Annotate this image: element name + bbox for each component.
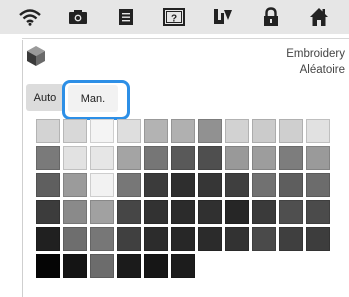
color-swatch[interactable] xyxy=(144,200,168,224)
color-swatch[interactable] xyxy=(171,146,195,170)
color-swatch[interactable] xyxy=(171,227,195,251)
color-swatch[interactable] xyxy=(198,119,222,143)
color-swatch[interactable] xyxy=(63,173,87,197)
color-swatch[interactable] xyxy=(198,200,222,224)
color-swatch[interactable] xyxy=(144,227,168,251)
document-icon[interactable] xyxy=(112,4,140,30)
stitch-cube-icon xyxy=(25,45,47,67)
color-swatch[interactable] xyxy=(225,119,249,143)
manual-mode-selection-highlight: Man. xyxy=(62,80,130,120)
color-swatch[interactable] xyxy=(117,173,141,197)
color-swatch[interactable] xyxy=(306,200,330,224)
lock-icon[interactable] xyxy=(257,4,285,30)
color-swatch[interactable] xyxy=(306,173,330,197)
color-swatch[interactable] xyxy=(63,146,87,170)
color-swatch[interactable] xyxy=(63,200,87,224)
empty-slot xyxy=(279,254,303,278)
color-swatch[interactable] xyxy=(225,200,249,224)
empty-slot xyxy=(252,254,276,278)
color-swatch[interactable] xyxy=(279,200,303,224)
color-swatch[interactable] xyxy=(171,254,195,278)
color-swatch[interactable] xyxy=(144,173,168,197)
color-swatch[interactable] xyxy=(171,173,195,197)
color-swatch[interactable] xyxy=(36,254,60,278)
panel-title: Embroidery xyxy=(286,48,345,60)
manual-mode-button[interactable]: Man. xyxy=(68,85,118,112)
color-swatch[interactable] xyxy=(36,119,60,143)
color-swatch[interactable] xyxy=(252,200,276,224)
color-swatch[interactable] xyxy=(225,146,249,170)
color-swatch[interactable] xyxy=(279,173,303,197)
wifi-icon[interactable] xyxy=(16,4,44,30)
color-swatch[interactable] xyxy=(144,254,168,278)
color-swatch[interactable] xyxy=(306,119,330,143)
color-swatch[interactable] xyxy=(117,254,141,278)
color-swatch[interactable] xyxy=(144,146,168,170)
svg-text:?: ? xyxy=(171,14,177,25)
color-swatch[interactable] xyxy=(90,173,114,197)
color-swatch[interactable] xyxy=(36,227,60,251)
color-swatch[interactable] xyxy=(63,119,87,143)
color-swatch[interactable] xyxy=(117,119,141,143)
color-swatch[interactable] xyxy=(279,146,303,170)
color-swatch[interactable] xyxy=(144,119,168,143)
empty-slot xyxy=(198,254,222,278)
color-swatch[interactable] xyxy=(198,146,222,170)
color-swatch[interactable] xyxy=(117,200,141,224)
color-swatch[interactable] xyxy=(198,173,222,197)
color-swatch[interactable] xyxy=(279,119,303,143)
color-swatch[interactable] xyxy=(225,227,249,251)
auto-mode-button[interactable]: Auto xyxy=(26,84,64,111)
panel-divider xyxy=(22,38,349,39)
color-swatch[interactable] xyxy=(117,227,141,251)
color-swatch[interactable] xyxy=(252,227,276,251)
panel-subtitle: Aléatoire xyxy=(299,64,345,76)
color-swatch[interactable] xyxy=(90,227,114,251)
color-swatch[interactable] xyxy=(90,200,114,224)
color-swatch[interactable] xyxy=(198,227,222,251)
color-swatch[interactable] xyxy=(117,146,141,170)
color-swatch[interactable] xyxy=(252,119,276,143)
camera-icon[interactable] xyxy=(64,4,92,30)
help-icon[interactable]: ? xyxy=(160,4,188,30)
empty-slot xyxy=(306,254,330,278)
thread-spool-icon[interactable] xyxy=(209,4,237,30)
top-toolbar: ? xyxy=(0,0,349,34)
color-swatch[interactable] xyxy=(90,119,114,143)
color-swatch[interactable] xyxy=(225,173,249,197)
color-swatch[interactable] xyxy=(171,200,195,224)
color-swatch[interactable] xyxy=(90,146,114,170)
color-swatch[interactable] xyxy=(63,254,87,278)
color-swatch[interactable] xyxy=(306,146,330,170)
color-swatch[interactable] xyxy=(36,146,60,170)
color-swatch[interactable] xyxy=(306,227,330,251)
color-palette-grid xyxy=(36,119,330,278)
empty-slot xyxy=(225,254,249,278)
color-swatch[interactable] xyxy=(36,200,60,224)
color-swatch[interactable] xyxy=(252,146,276,170)
color-swatch[interactable] xyxy=(252,173,276,197)
home-icon[interactable] xyxy=(305,4,333,30)
color-swatch[interactable] xyxy=(171,119,195,143)
color-swatch[interactable] xyxy=(279,227,303,251)
color-swatch[interactable] xyxy=(90,254,114,278)
color-swatch[interactable] xyxy=(36,173,60,197)
color-swatch[interactable] xyxy=(63,227,87,251)
